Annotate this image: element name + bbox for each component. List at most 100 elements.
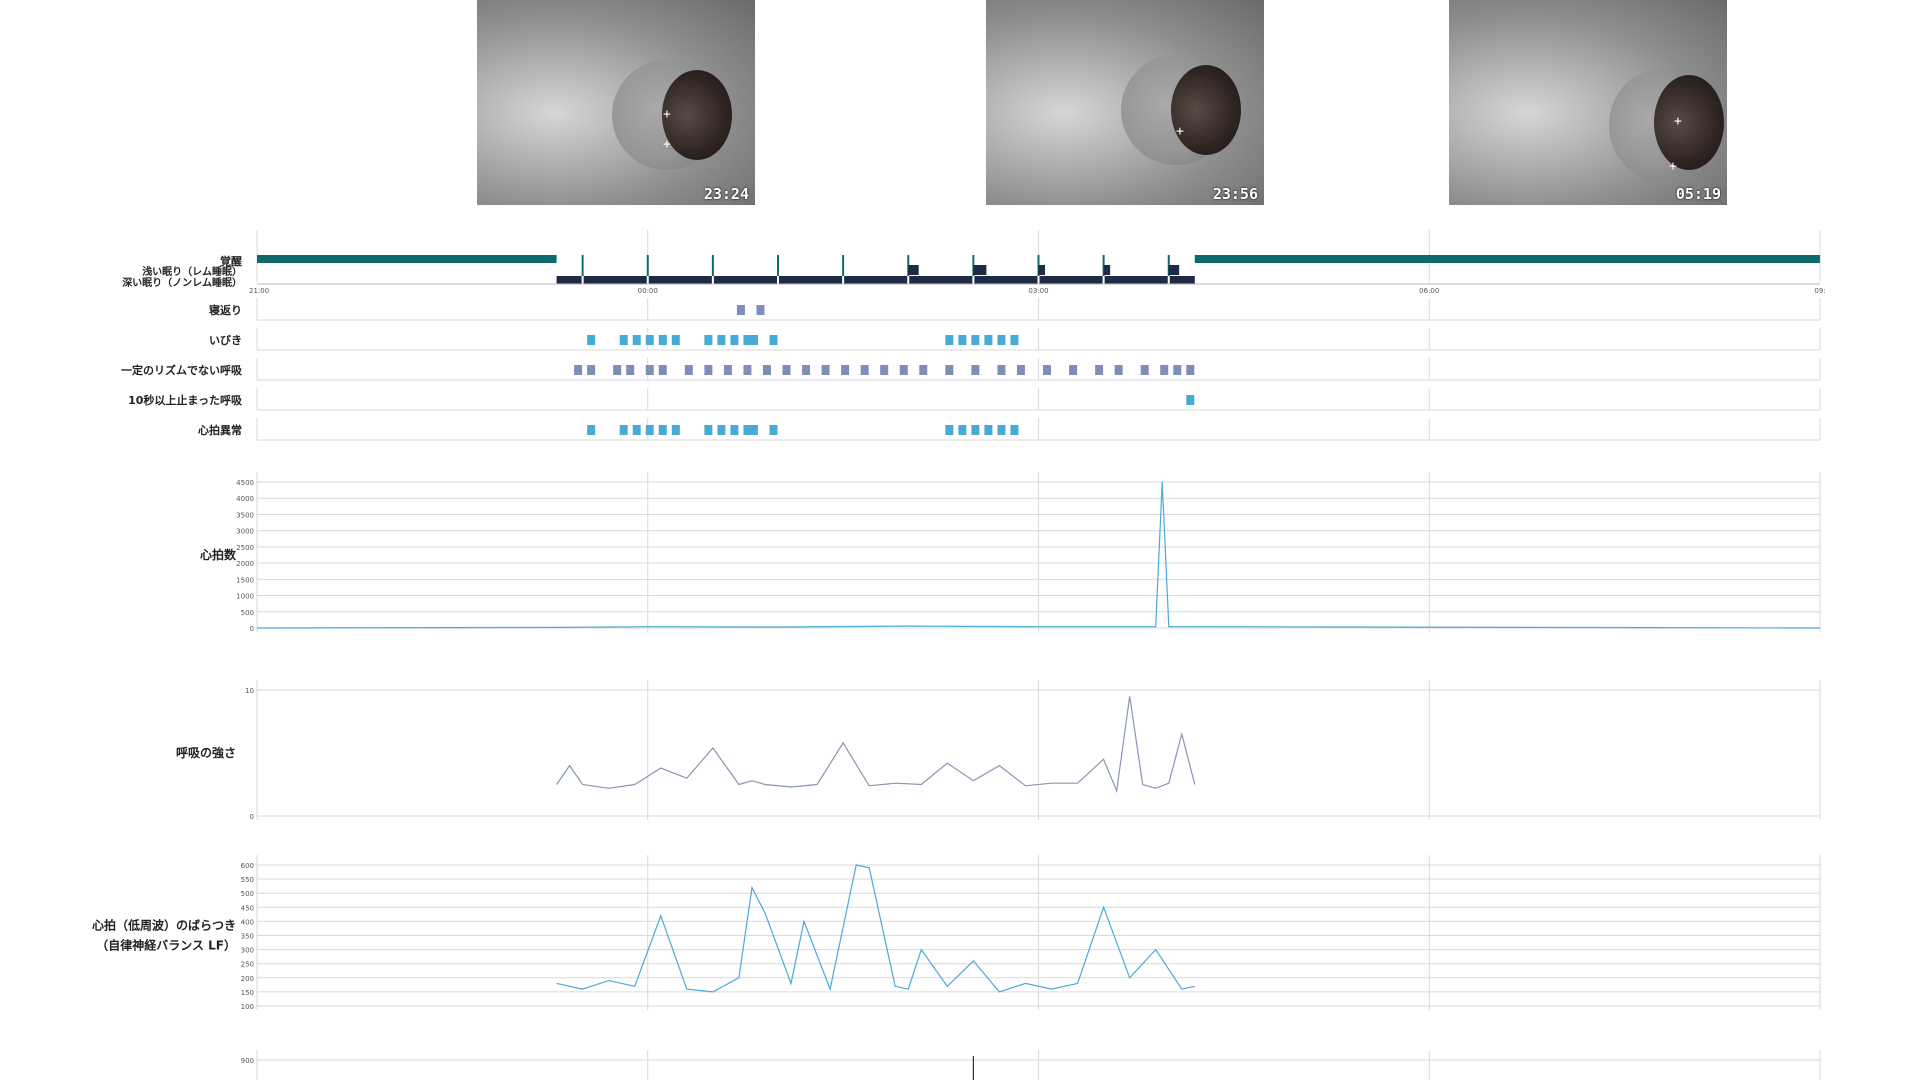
x-tick-label: 09: xyxy=(1814,287,1825,295)
event-mark xyxy=(587,365,596,375)
event-mark xyxy=(958,335,967,345)
y-tick-label: 350 xyxy=(241,933,254,941)
hypnogram-segment xyxy=(257,255,557,263)
event-mark xyxy=(749,425,758,435)
event-mark xyxy=(730,425,739,435)
event-mark xyxy=(743,365,752,375)
event-mark xyxy=(769,335,778,345)
event-mark xyxy=(645,335,654,345)
event-mark xyxy=(1069,365,1078,375)
event-mark xyxy=(749,335,758,345)
event-mark xyxy=(658,425,667,435)
event-mark xyxy=(645,365,654,375)
event-mark xyxy=(587,425,596,435)
event-mark xyxy=(1095,365,1104,375)
event-mark xyxy=(658,365,667,375)
y-tick-label: 1000 xyxy=(236,593,254,601)
event-mark xyxy=(671,425,680,435)
y-tick-label: 2000 xyxy=(236,560,254,568)
event-mark xyxy=(730,335,739,345)
event-mark xyxy=(632,335,641,345)
rem-bout xyxy=(1038,265,1046,275)
event-mark xyxy=(1010,425,1019,435)
event-mark xyxy=(684,365,693,375)
rem-bout xyxy=(908,265,919,275)
y-tick-label: 10 xyxy=(245,687,254,695)
event-mark xyxy=(587,335,596,345)
event-mark xyxy=(671,335,680,345)
x-tick-label: 03:00 xyxy=(1028,287,1048,295)
event-mark xyxy=(945,425,954,435)
event-mark xyxy=(632,425,641,435)
level-label: 覚醒 xyxy=(219,254,242,268)
event-mark xyxy=(997,425,1006,435)
event-mark xyxy=(880,365,889,375)
event-mark xyxy=(860,365,869,375)
event-mark xyxy=(626,365,635,375)
event-mark xyxy=(919,365,928,375)
y-tick-label: 600 xyxy=(241,862,254,870)
event-mark xyxy=(645,425,654,435)
event-mark xyxy=(704,335,713,345)
event-mark xyxy=(997,365,1006,375)
event-mark xyxy=(782,365,791,375)
y-tick-label: 4000 xyxy=(236,495,254,503)
hypnogram-segment xyxy=(1194,255,1820,263)
event-mark xyxy=(945,335,954,345)
event-mark xyxy=(704,425,713,435)
event-mark xyxy=(723,365,732,375)
event-mark xyxy=(971,365,980,375)
y-tick-label: 0 xyxy=(250,813,254,821)
event-mark xyxy=(658,335,667,345)
y-tick-label: 0 xyxy=(250,625,254,633)
event-mark xyxy=(984,335,993,345)
event-mark xyxy=(821,365,830,375)
event-mark xyxy=(984,425,993,435)
y-tick-label: 200 xyxy=(241,975,254,983)
y-tick-label: 1500 xyxy=(236,576,254,584)
y-tick-label: 100 xyxy=(241,1003,254,1011)
event-mark xyxy=(769,425,778,435)
event-mark xyxy=(613,365,622,375)
lf-variability-series-line xyxy=(556,864,1195,993)
y-axis-label: 呼吸の強さ xyxy=(176,745,236,760)
y-tick-label: 250 xyxy=(241,961,254,969)
y-tick-label: 3500 xyxy=(236,511,254,519)
y-tick-label: 3000 xyxy=(236,528,254,536)
y-tick-label: 400 xyxy=(241,918,254,926)
level-label: 深い眠り（ノンレム睡眠） xyxy=(122,276,242,289)
event-mark xyxy=(1010,335,1019,345)
y-tick-label: 4500 xyxy=(236,479,254,487)
event-mark xyxy=(802,365,811,375)
x-tick-label: 06:00 xyxy=(1419,287,1439,295)
event-mark xyxy=(704,365,713,375)
y-tick-label: 500 xyxy=(241,890,254,898)
event-row-label: 一定のリズムでない呼吸 xyxy=(121,363,243,377)
rem-bout xyxy=(973,265,987,275)
event-mark xyxy=(1186,395,1195,405)
event-mark xyxy=(1140,365,1149,375)
y-tick-label: 2500 xyxy=(236,544,254,552)
y-axis-label: （自律神経バランス LF） xyxy=(96,938,236,953)
event-mark xyxy=(1173,365,1182,375)
event-mark xyxy=(1160,365,1169,375)
y-axis-label: 心拍（低周波）のばらつき xyxy=(92,918,236,933)
event-mark xyxy=(1114,365,1123,375)
sleep-report-chart: 覚醒浅い眠り（レム睡眠）深い眠り（ノンレム睡眠） 21:00 00:00 03:00 0… xyxy=(92,230,1826,1080)
event-mark xyxy=(619,335,628,345)
y-tick-label: 550 xyxy=(241,876,254,884)
event-mark xyxy=(736,305,745,315)
level-label: 浅い眠り（レム睡眠） xyxy=(142,265,242,278)
y-tick-label: 900 xyxy=(241,1057,254,1065)
rem-bout xyxy=(1103,265,1111,275)
event-mark xyxy=(1043,365,1052,375)
y-tick-label: 150 xyxy=(241,989,254,997)
event-mark xyxy=(841,365,850,375)
y-tick-label: 300 xyxy=(241,947,254,955)
event-mark xyxy=(717,335,726,345)
event-mark xyxy=(997,335,1006,345)
event-row-label: 寝返り xyxy=(209,303,242,317)
event-mark xyxy=(1186,365,1195,375)
breath-strength-series-line xyxy=(556,696,1196,794)
x-tick-label: 00:00 xyxy=(638,287,658,295)
